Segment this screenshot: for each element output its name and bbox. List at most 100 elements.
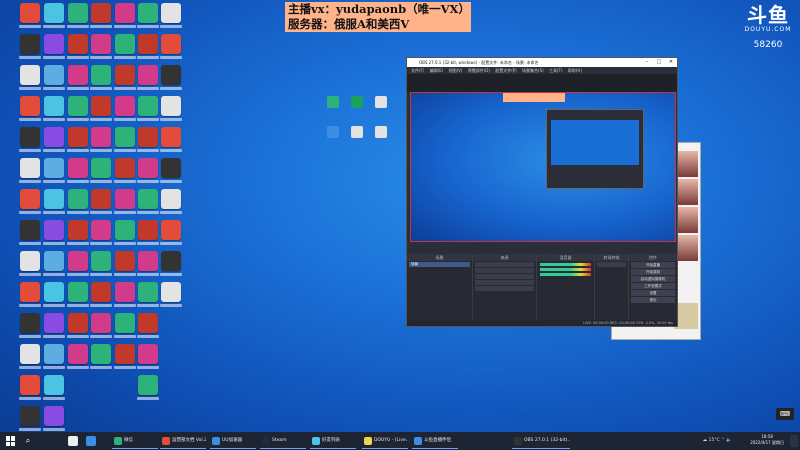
file-explorer-icon[interactable] xyxy=(68,436,78,446)
taskbar-item[interactable]: 运营部文档 Vol.2 xyxy=(160,433,206,449)
studio-mode-button[interactable]: 工作室模式 xyxy=(631,283,675,289)
desktop-app-icon[interactable] xyxy=(115,313,135,333)
desktop-app-icon[interactable] xyxy=(44,344,64,364)
desktop-app-icon[interactable] xyxy=(138,34,158,54)
notification-icon[interactable] xyxy=(790,435,798,447)
desktop-app-icon[interactable] xyxy=(115,127,135,147)
desktop-app-icon[interactable] xyxy=(20,34,40,54)
desktop-app-icon[interactable] xyxy=(68,127,88,147)
desktop-app-icon[interactable] xyxy=(20,375,40,395)
windows-start-icon[interactable] xyxy=(6,436,16,446)
desktop-app-icon[interactable] xyxy=(20,96,40,116)
desktop-app-icon[interactable] xyxy=(138,282,158,302)
desktop-app-icon[interactable] xyxy=(138,127,158,147)
desktop-app-icon[interactable] xyxy=(91,282,111,302)
clock[interactable]: 18:58 2022/4/17 星期日 xyxy=(750,434,784,446)
desktop-app-icon[interactable] xyxy=(161,127,181,147)
desktop-app-icon[interactable] xyxy=(115,344,135,364)
maximize-icon[interactable]: □ xyxy=(653,58,665,67)
desktop-app-icon[interactable] xyxy=(44,220,64,240)
exit-button[interactable]: 退出 xyxy=(631,297,675,303)
desktop-app-icon[interactable] xyxy=(115,189,135,209)
desktop-app-icon[interactable] xyxy=(161,3,181,23)
source-item[interactable] xyxy=(475,268,534,273)
desktop-app-icon[interactable] xyxy=(44,189,64,209)
desktop-app-icon[interactable] xyxy=(161,189,181,209)
system-tray[interactable]: ☁ 15°C ⌃ 🔈 xyxy=(703,438,732,443)
obs-menubar[interactable]: 文件(F) 编辑(E) 视图(V) 停靠部件(D) 配置文件(P) 场景集合(S… xyxy=(407,67,677,74)
desktop-app-icon[interactable] xyxy=(68,189,88,209)
desktop-app-icon[interactable] xyxy=(68,158,88,178)
desktop-app-icon[interactable] xyxy=(138,313,158,333)
desktop-app-icon[interactable] xyxy=(91,96,111,116)
desktop-app-icon[interactable] xyxy=(44,96,64,116)
start-streaming-button[interactable]: 开始直播 xyxy=(631,262,675,268)
desktop-app-icon[interactable] xyxy=(115,3,135,23)
desktop-app-icon[interactable] xyxy=(115,282,135,302)
desktop-app-icon[interactable] xyxy=(20,406,40,426)
settings-button[interactable]: 设置 xyxy=(631,290,675,296)
minimize-icon[interactable]: – xyxy=(641,58,653,67)
desktop-app-icon[interactable] xyxy=(138,375,158,395)
taskbar-item[interactable]: OBS 27.0.1 (32-bit)... xyxy=(512,433,570,449)
close-icon[interactable]: ✕ xyxy=(665,58,677,67)
desktop-file-icon[interactable] xyxy=(327,126,339,138)
desktop-app-icon[interactable] xyxy=(91,344,111,364)
desktop-app-icon[interactable] xyxy=(115,65,135,85)
start-recording-button[interactable]: 开始录制 xyxy=(631,269,675,275)
desktop-app-icon[interactable] xyxy=(44,34,64,54)
obs-window[interactable]: OBS 27.0.1 (32-bit, windows) - 配置文件: 未命名… xyxy=(406,57,678,327)
desktop-file-icon[interactable] xyxy=(327,96,339,108)
desktop-app-icon[interactable] xyxy=(138,344,158,364)
taskbar-item[interactable]: Steam xyxy=(260,433,306,449)
desktop-app-icon[interactable] xyxy=(91,34,111,54)
virtual-camera-button[interactable]: 启动虚拟摄像机 xyxy=(631,276,675,282)
desktop-app-icon[interactable] xyxy=(20,282,40,302)
desktop-file-icon[interactable] xyxy=(375,96,387,108)
desktop-app-icon[interactable] xyxy=(20,313,40,333)
source-item[interactable] xyxy=(475,280,534,285)
edge-icon[interactable] xyxy=(86,436,96,446)
taskbar-item[interactable]: 斗鱼直播伴侣 xyxy=(412,433,458,449)
desktop-app-icon[interactable] xyxy=(115,34,135,54)
desktop-app-icon[interactable] xyxy=(91,313,111,333)
desktop-app-icon[interactable] xyxy=(20,127,40,147)
desktop-app-icon[interactable] xyxy=(161,220,181,240)
desktop-app-icon[interactable] xyxy=(20,189,40,209)
desktop-app-icon[interactable] xyxy=(68,34,88,54)
desktop-app-icon[interactable] xyxy=(161,251,181,271)
taskbar-item[interactable]: 微信 xyxy=(112,433,158,449)
taskbar-item[interactable]: 好友列表 xyxy=(310,433,356,449)
desktop-app-icon[interactable] xyxy=(68,3,88,23)
desktop-app-icon[interactable] xyxy=(138,65,158,85)
desktop-app-icon[interactable] xyxy=(44,3,64,23)
desktop-app-icon[interactable] xyxy=(161,282,181,302)
obs-preview[interactable] xyxy=(410,92,676,242)
scene-item[interactable]: 场景 xyxy=(409,262,470,267)
desktop-app-icon[interactable] xyxy=(44,282,64,302)
desktop-app-icon[interactable] xyxy=(161,96,181,116)
desktop-file-icon[interactable] xyxy=(351,96,363,108)
desktop-app-icon[interactable] xyxy=(91,251,111,271)
search-icon[interactable]: ⌕ xyxy=(20,434,36,448)
taskbar-item[interactable]: UU加速器 xyxy=(210,433,256,449)
desktop-app-icon[interactable] xyxy=(68,282,88,302)
source-item[interactable] xyxy=(475,262,534,267)
desktop-app-icon[interactable] xyxy=(68,251,88,271)
desktop-app-icon[interactable] xyxy=(161,158,181,178)
source-item[interactable] xyxy=(475,274,534,279)
desktop-app-icon[interactable] xyxy=(44,127,64,147)
desktop-app-icon[interactable] xyxy=(20,65,40,85)
desktop-app-icon[interactable] xyxy=(91,158,111,178)
desktop-app-icon[interactable] xyxy=(138,158,158,178)
desktop-app-icon[interactable] xyxy=(20,251,40,271)
obs-titlebar[interactable]: OBS 27.0.1 (32-bit, windows) - 配置文件: 未命名… xyxy=(407,58,677,67)
desktop-app-icon[interactable] xyxy=(91,127,111,147)
desktop-app-icon[interactable] xyxy=(68,313,88,333)
desktop-app-icon[interactable] xyxy=(68,344,88,364)
transition-select[interactable] xyxy=(597,262,626,267)
desktop-app-icon[interactable] xyxy=(68,96,88,116)
desktop-app-icon[interactable] xyxy=(138,251,158,271)
desktop-app-icon[interactable] xyxy=(44,158,64,178)
desktop-app-icon[interactable] xyxy=(44,406,64,426)
